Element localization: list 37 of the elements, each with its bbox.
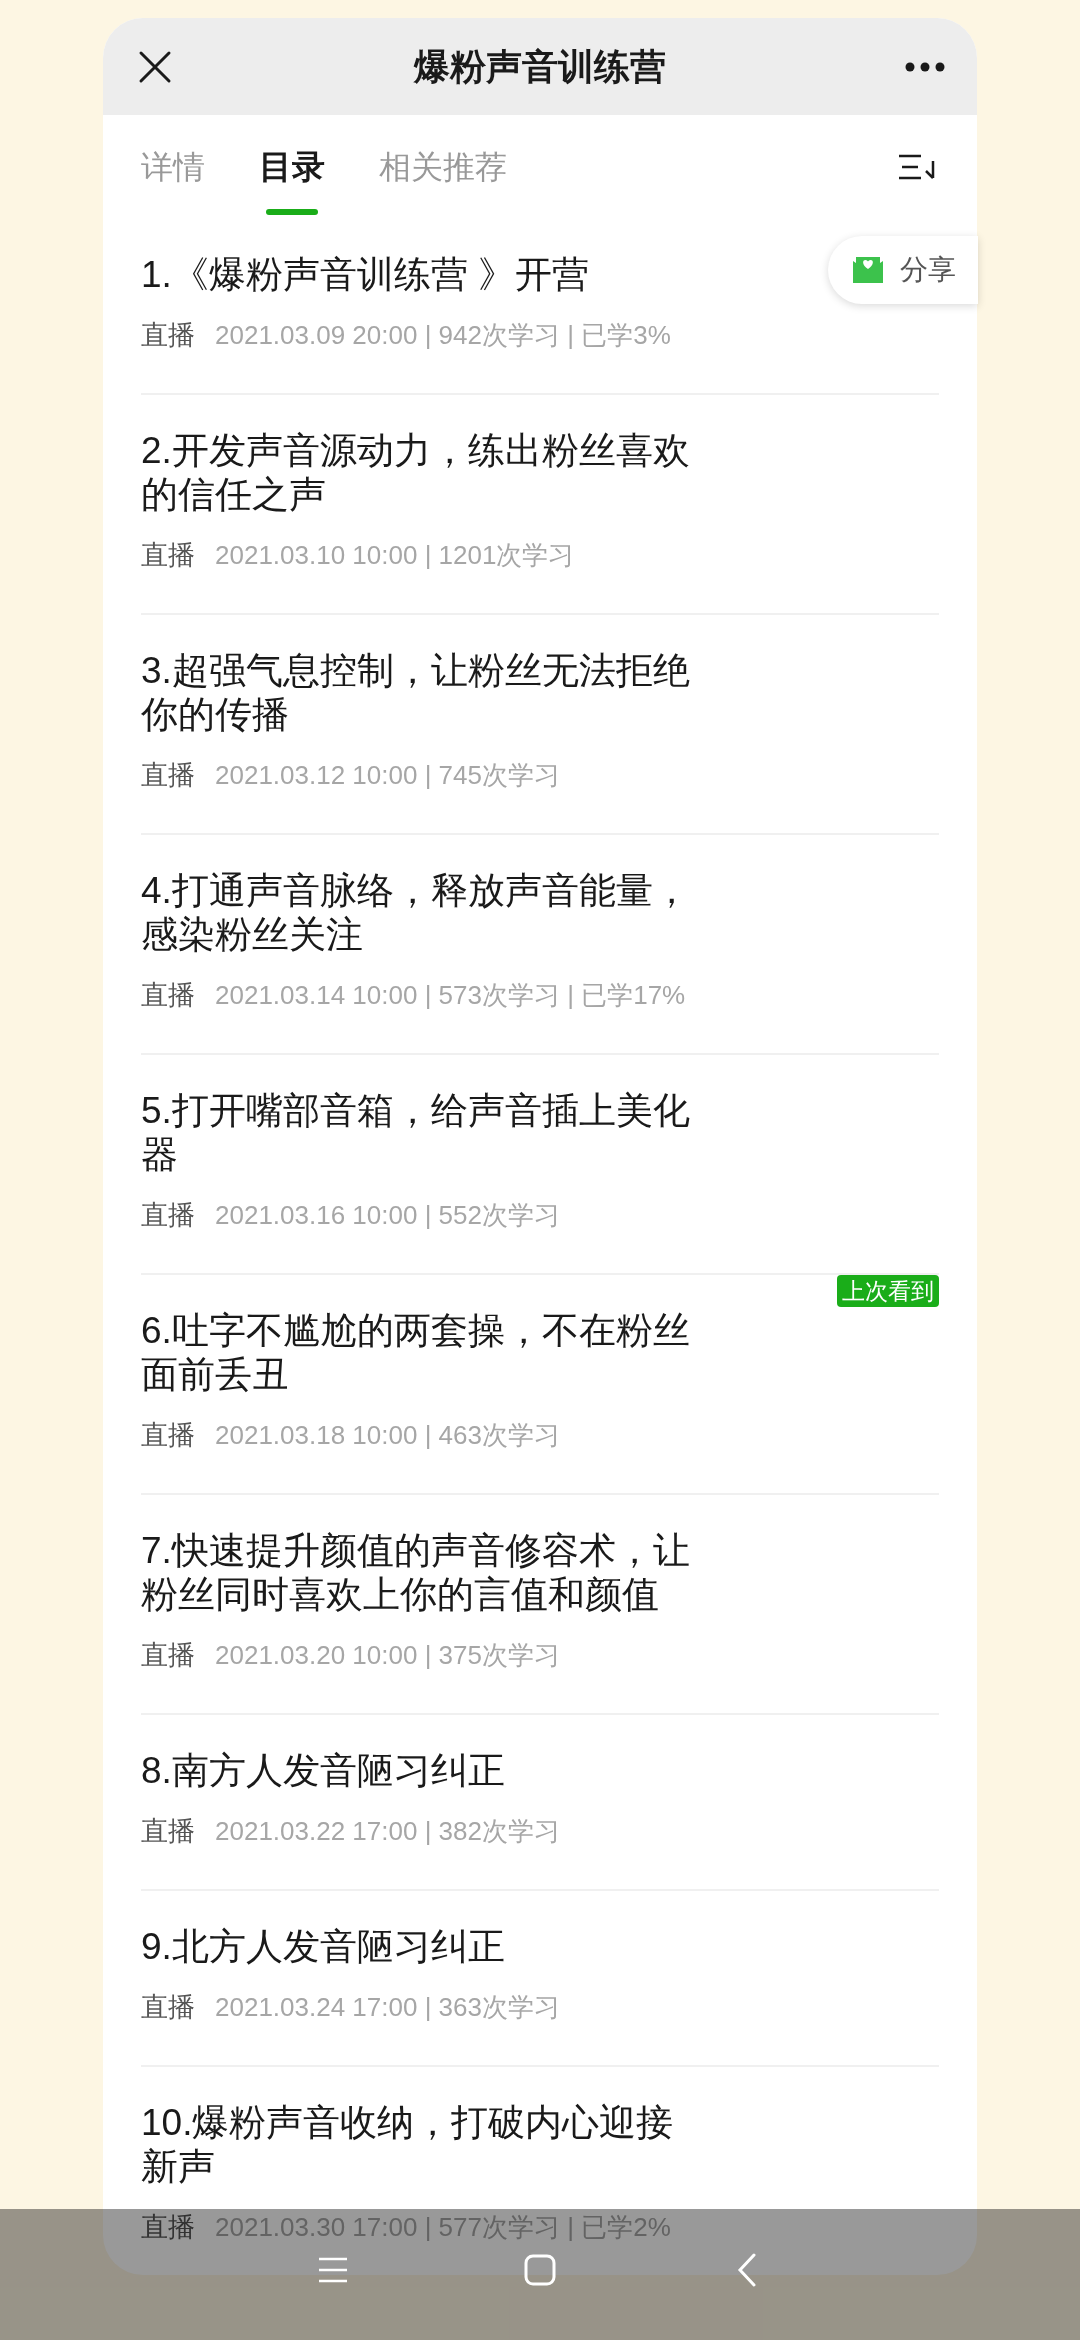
lesson-title[interactable]: 7.快速提升颜值的声音修容术，让粉丝同时喜欢上你的言值和颜值 [141,1529,697,1617]
lesson-info: 2021.03.24 17:00 | 363次学习 [215,1990,560,2024]
lesson-type: 直播 [141,1814,195,1848]
lesson-title[interactable]: 3.超强气息控制，让粉丝无法拒绝你的传播 [141,649,697,737]
window-title: 爆粉声音训练营 [414,44,666,89]
lesson-info: 2021.03.22 17:00 | 382次学习 [215,1814,560,1848]
close-icon [138,49,172,84]
last-viewed-badge: 上次看到 [837,1275,939,1307]
envelope-heart-icon [852,255,884,285]
lesson-info: 2021.03.20 10:00 | 375次学习 [215,1638,560,1672]
lesson-info: 2021.03.12 10:00 | 745次学习 [215,758,560,792]
lesson-type: 直播 [141,2210,195,2244]
lesson-info: 2021.03.10 10:00 | 1201次学习 [215,538,575,572]
more-icon [905,61,945,72]
lesson-type: 直播 [141,758,195,792]
lesson-type: 直播 [141,1990,195,2024]
lesson-info: 2021.03.14 10:00 | 573次学习 | 已学17% [215,978,686,1012]
lesson-info: 2021.03.16 10:00 | 552次学习 [215,1198,560,1232]
lesson-title[interactable]: 6.吐字不尴尬的两套操，不在粉丝面前丢丑 [141,1309,697,1397]
lesson-title[interactable]: 2.开发声音源动力，练出粉丝喜欢的信任之声 [141,429,697,517]
tab[interactable]: 目录 [259,115,325,219]
lesson-info: 2021.03.09 20:00 | 942次学习 | 已学3% [215,318,671,352]
sort-icon [897,153,937,181]
share-button[interactable]: 分享 [828,236,978,304]
lesson-title[interactable]: 5.打开嘴部音箱，给声音插上美化器 [141,1089,697,1177]
lesson-type: 直播 [141,1198,195,1232]
lesson-title[interactable]: 4.打通声音脉络，释放声音能量，感染粉丝关注 [141,869,697,957]
lesson-type: 直播 [141,1638,195,1672]
lesson-type: 直播 [141,978,195,1012]
lesson-title[interactable]: 9.北方人发音陋习纠正 [141,1925,697,1969]
lesson-title[interactable]: 1.《爆粉声音训练营 》开营 [141,253,697,297]
lesson-type: 直播 [141,1418,195,1452]
lesson-type: 直播 [141,318,195,352]
lesson-title[interactable]: 8.南方人发音陋习纠正 [141,1749,697,1793]
lesson-type: 直播 [141,538,195,572]
lesson-title[interactable]: 10.爆粉声音收纳，打破内心迎接新声 [141,2101,697,2189]
lesson-info: 2021.03.18 10:00 | 463次学习 [215,1418,560,1452]
